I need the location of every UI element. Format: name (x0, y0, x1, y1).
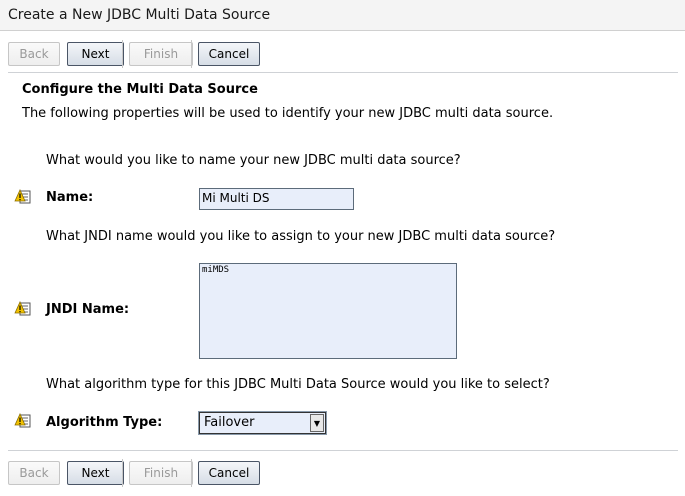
help-icon[interactable] (14, 189, 32, 205)
algorithm-question: What algorithm type for this JDBC Multi … (46, 377, 550, 392)
algorithm-select[interactable]: Failover ▼ (198, 411, 327, 435)
bottom-divider (8, 450, 678, 451)
jndi-textarea[interactable]: miMDS (199, 263, 457, 359)
chevron-down-icon[interactable]: ▼ (310, 414, 324, 432)
jndi-label: JNDI Name: (46, 302, 130, 317)
name-input[interactable]: Mi Multi DS (199, 188, 354, 210)
next-button[interactable]: Next (67, 461, 124, 485)
top-divider (8, 72, 678, 73)
algorithm-selected-value: Failover (204, 415, 255, 430)
section-description: The following properties will be used to… (22, 106, 554, 121)
button-separator (122, 459, 123, 487)
section-title: Configure the Multi Data Source (22, 82, 258, 97)
button-separator (191, 459, 192, 487)
cancel-button[interactable]: Cancel (198, 461, 260, 485)
next-button[interactable]: Next (67, 42, 124, 66)
help-icon[interactable] (14, 413, 32, 429)
finish-button[interactable]: Finish (129, 461, 193, 485)
back-button[interactable]: Back (8, 42, 60, 66)
algorithm-label: Algorithm Type: (46, 415, 163, 430)
back-button[interactable]: Back (8, 461, 60, 485)
help-icon[interactable] (14, 301, 32, 317)
cancel-button[interactable]: Cancel (198, 42, 260, 66)
name-question: What would you like to name your new JDB… (46, 153, 461, 168)
page-title: Create a New JDBC Multi Data Source (8, 7, 271, 23)
name-label: Name: (46, 190, 94, 205)
button-separator (191, 40, 192, 68)
finish-button[interactable]: Finish (129, 42, 193, 66)
page-header: Create a New JDBC Multi Data Source (0, 0, 685, 31)
button-separator (122, 40, 123, 68)
jndi-question: What JNDI name would you like to assign … (46, 229, 556, 244)
